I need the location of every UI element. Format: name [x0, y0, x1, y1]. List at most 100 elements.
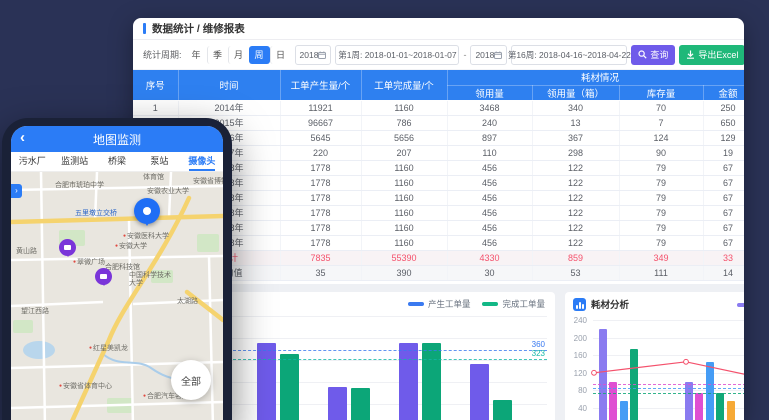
table-cell: 456	[447, 190, 532, 205]
year-end-value: 2018	[475, 50, 494, 60]
period-option[interactable]: 月	[228, 46, 249, 64]
consumables-bar[interactable]	[716, 393, 724, 420]
expand-panel-button[interactable]: ›	[11, 184, 22, 198]
bar-产生工单量[interactable]	[257, 343, 276, 420]
table-cell: 53	[532, 265, 619, 280]
search-button[interactable]: 查询	[631, 45, 675, 65]
gridline	[228, 338, 547, 339]
table-cell: 79	[619, 175, 703, 190]
table-cell: 859	[532, 250, 619, 265]
table-cell: 67	[703, 160, 744, 175]
table-cell: 67	[703, 235, 744, 250]
consumables-bar[interactable]	[727, 401, 735, 420]
bar-产生工单量[interactable]	[470, 364, 489, 420]
col-subheader: 库存量	[619, 85, 703, 100]
map-label: 黄山路	[16, 248, 37, 256]
table-row: 12014年119211160346834070250	[133, 100, 744, 115]
table-cell: 456	[447, 220, 532, 235]
period-label: 统计周期:	[143, 48, 182, 61]
phone-mockup: ‹ 地图监测 污水厂监测站桥梁泵站摄像头	[2, 118, 232, 420]
gridline	[593, 373, 744, 374]
y-axis-tick: 40	[565, 404, 587, 413]
year-start-select[interactable]: 2018	[295, 45, 332, 65]
table-cell: 897	[447, 130, 532, 145]
table-cell: 2014年	[178, 100, 280, 115]
table-cell: 96667	[280, 115, 361, 130]
table-cell: 1160	[361, 160, 447, 175]
selected-camera-pin-icon[interactable]	[134, 198, 160, 224]
table-cell: 1160	[361, 190, 447, 205]
consumables-bar[interactable]	[706, 362, 714, 420]
phone-tab-摄像头[interactable]: 摄像头	[181, 152, 223, 171]
y-axis-tick: 160	[565, 351, 587, 360]
map-view[interactable]: 合肥市琥珀中学体育馆安徽农业大学安徽省博物馆五里墩立交桥安徽医科大学翠微广场安徽…	[11, 172, 223, 420]
y-axis-tick: 240	[565, 316, 587, 325]
table-cell: 367	[532, 130, 619, 145]
year-end-select[interactable]: 2018	[470, 45, 507, 65]
map-label: 太湖路	[177, 298, 198, 306]
back-icon[interactable]: ‹	[20, 129, 25, 146]
phone-page-title: 地图监测	[93, 131, 141, 148]
table-cell: 1160	[361, 235, 447, 250]
table-cell: 1778	[280, 220, 361, 235]
table-cell: 11921	[280, 100, 361, 115]
bar-完成工单量[interactable]	[422, 343, 441, 420]
week-range-start-input[interactable]: 第1周: 2018-01-01~2018-01-07	[335, 45, 459, 65]
table-cell: 110	[447, 145, 532, 160]
consumables-bar[interactable]	[599, 329, 607, 420]
table-cell: 67	[703, 175, 744, 190]
bar-完成工单量[interactable]	[351, 388, 370, 420]
bar-完成工单量[interactable]	[280, 354, 299, 420]
map-label: 五里墩立交桥	[75, 210, 117, 218]
phone-tab-污水厂[interactable]: 污水厂	[11, 152, 53, 171]
table-cell: 79	[619, 160, 703, 175]
period-option[interactable]: 季	[207, 46, 228, 64]
average-line	[593, 393, 744, 394]
export-excel-button[interactable]: 导出Excel	[679, 45, 744, 65]
table-cell: 14	[703, 265, 744, 280]
table-cell: 122	[532, 235, 619, 250]
phone-tab-监测站[interactable]: 监测站	[53, 152, 95, 171]
table-cell: 1778	[280, 160, 361, 175]
table-cell: 129	[703, 130, 744, 145]
table-cell: 67	[703, 190, 744, 205]
calendar-icon	[318, 51, 326, 59]
table-cell: 30	[447, 265, 532, 280]
table-cell: 13	[532, 115, 619, 130]
bar-完成工单量[interactable]	[493, 400, 512, 420]
table-cell: 79	[619, 205, 703, 220]
col-subheader: 金额	[703, 85, 744, 100]
col-subheader: 领用量（箱）	[532, 85, 619, 100]
table-cell: 7835	[280, 250, 361, 265]
table-cell: 67	[703, 205, 744, 220]
reference-line	[228, 350, 547, 351]
camera-pin-icon[interactable]	[59, 239, 76, 256]
table-cell: 298	[532, 145, 619, 160]
map-label: 安徽农业大学	[147, 188, 189, 196]
map-label: 合肥市琥珀中学	[55, 182, 104, 190]
bar-产生工单量[interactable]	[399, 343, 418, 420]
camera-pin-icon[interactable]	[95, 268, 112, 285]
period-option[interactable]: 年	[186, 46, 207, 64]
breadcrumb-accent	[143, 23, 146, 34]
map-label: 体育馆	[143, 174, 164, 182]
consumables-bar[interactable]	[695, 393, 703, 420]
period-option[interactable]: 日	[270, 46, 291, 64]
phone-tab-泵站[interactable]: 泵站	[138, 152, 180, 171]
reference-label: 323	[511, 349, 545, 358]
bar-产生工单量[interactable]	[328, 387, 347, 420]
consumables-chart-plot: 2402001601208040	[565, 292, 744, 420]
consumables-bar[interactable]	[620, 401, 628, 420]
phone-tab-桥梁[interactable]: 桥梁	[96, 152, 138, 171]
period-segmented-control: 年季月周日	[186, 46, 291, 64]
filter-bar: 统计周期: 年季月周日 2018 第1周: 2018-01-01~2018-01…	[133, 40, 744, 70]
table-cell: 1778	[280, 190, 361, 205]
col-subheader: 领用量	[447, 85, 532, 100]
table-cell: 19	[703, 145, 744, 160]
gridline	[593, 355, 744, 356]
all-filter-button[interactable]: 全部	[171, 360, 211, 400]
period-option[interactable]: 周	[249, 46, 270, 64]
table-cell: 650	[703, 115, 744, 130]
week-range-end-input[interactable]: 第16周: 2018-04-16~2018-04-22	[511, 45, 627, 65]
y-axis-tick: 120	[565, 369, 587, 378]
